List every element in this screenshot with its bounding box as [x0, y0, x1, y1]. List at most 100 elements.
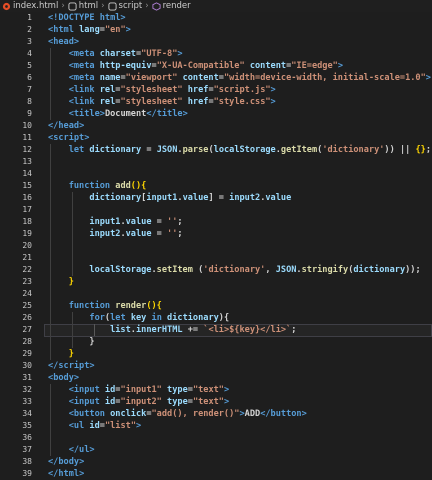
line-number: 23 [22, 277, 32, 286]
code-text: <meta charset="UTF-8"> [48, 48, 183, 60]
breadcrumb-render-label: render [162, 1, 191, 11]
line-number: 17 [22, 205, 32, 214]
code-token: innerHTML [135, 325, 183, 335]
line-number: 29 [22, 349, 32, 358]
code-line[interactable]: 6 <meta name="viewport" content="width=d… [0, 72, 432, 84]
code-line[interactable]: 30 </script> [0, 360, 432, 372]
code-line[interactable]: 22 localStorage.setItem ('dictionary', J… [0, 264, 432, 276]
code-token: ; [177, 217, 183, 227]
code-token: Document [104, 109, 147, 119]
code-line[interactable]: 14 [0, 168, 432, 180]
code-token: href [182, 85, 209, 95]
line-number: 2 [27, 25, 32, 34]
code-line[interactable]: 20 [0, 240, 432, 252]
code-line[interactable]: 3 <head> [0, 36, 432, 48]
code-line[interactable]: 11 <script> [0, 132, 432, 144]
breadcrumb-script[interactable]: script [107, 0, 142, 12]
code-token: > [270, 97, 276, 107]
code-text: } [48, 348, 74, 360]
line-number: 27 [22, 325, 32, 334]
code-text: <script> [48, 132, 89, 144]
line-number: 3 [27, 37, 32, 46]
code-token: > [79, 457, 85, 467]
breadcrumb-html-label: html [78, 1, 99, 11]
code-token: stringify [301, 265, 349, 275]
code-token: > [182, 109, 188, 119]
code-token: link [73, 85, 100, 95]
code-text: </html> [48, 468, 84, 480]
code-token: dictionary [48, 193, 142, 203]
code-line[interactable]: 21 [0, 252, 432, 264]
code-line[interactable]: 35 <ul id="list"> [0, 420, 432, 432]
line-number: 34 [22, 409, 32, 418]
code-line[interactable]: 5 <meta http-equiv="X-UA-Compatible" con… [0, 60, 432, 72]
code-token: ] = [208, 193, 230, 203]
code-line[interactable]: 18 input1.value = ''; [0, 216, 432, 228]
breadcrumb-file-label: index.html [13, 1, 59, 11]
code-line[interactable]: 8 <link rel="stylesheet" href="style.css… [0, 96, 432, 108]
code-token: "width=device-width, initial-scale=1.0" [223, 73, 426, 83]
code-line[interactable]: 4 <meta charset="UTF-8"> [0, 48, 432, 60]
breadcrumb-html[interactable]: html [68, 0, 98, 12]
code-line[interactable]: 23 } [0, 276, 432, 288]
code-token: "input2" [120, 397, 162, 407]
code-token: name [99, 73, 121, 83]
code-line[interactable]: 37 </ul> [0, 444, 432, 456]
code-token: < [48, 109, 74, 119]
code-line[interactable]: 25 function render(){ [0, 300, 432, 312]
line-number: 21 [22, 253, 32, 262]
code-line[interactable]: 24 [0, 288, 432, 300]
breadcrumb-file[interactable]: index.html [2, 0, 58, 12]
code-editor[interactable]: 1 <!DOCTYPE html> 2 <html lang="en"> 3 <head>… [0, 12, 432, 480]
code-line[interactable]: 19 input2.value = ''; [0, 228, 432, 240]
code-line[interactable]: 13 [0, 156, 432, 168]
code-token: </ [48, 469, 59, 479]
code-line[interactable]: 7 <link rel="stylesheet" href="script.js… [0, 84, 432, 96]
code-line[interactable]: 28 } [0, 336, 432, 348]
code-line[interactable]: 16 dictionary[input1.value] = input2.val… [0, 192, 432, 204]
code-line[interactable]: 33 <input id="input2" type="text"> [0, 396, 432, 408]
code-token: type [161, 385, 188, 395]
code-token: content [177, 73, 219, 83]
code-text: list.innerHTML += `<li>${key}</li>`; [48, 324, 296, 336]
line-number: 7 [27, 85, 32, 94]
code-token: input1 [146, 193, 178, 203]
code-token: } [48, 349, 74, 359]
code-line[interactable]: 36 [0, 432, 432, 444]
code-token: < [48, 49, 74, 59]
code-token: "text" [192, 397, 224, 407]
code-line[interactable]: 32 <input id="input1" type="text"> [0, 384, 432, 396]
code-line[interactable]: 12 let dictionary = JSON.parse(localStor… [0, 144, 432, 156]
code-line[interactable]: 38 </body> [0, 456, 432, 468]
code-token: JSON [275, 265, 297, 275]
code-token: id [104, 397, 116, 407]
code-line[interactable]: 1 <!DOCTYPE html> [0, 12, 432, 24]
code-token: '' [167, 217, 178, 227]
code-line[interactable]: 31 <body> [0, 372, 432, 384]
line-number: 4 [27, 49, 32, 58]
code-line[interactable]: 34 <button onclick="add(), render()">ADD… [0, 408, 432, 420]
code-line[interactable]: 29 } [0, 348, 432, 360]
code-token: ; [177, 229, 183, 239]
code-token: function [48, 181, 116, 191]
breadcrumb-render[interactable]: render [152, 0, 191, 12]
code-line[interactable]: 27 list.innerHTML += `<li>${key}</li>`; [0, 324, 432, 336]
code-line[interactable]: 15 function add(){ [0, 180, 432, 192]
code-token: <!DOCTYPE html> [48, 13, 126, 23]
code-token: > [89, 445, 95, 455]
code-token: onclick [110, 409, 147, 419]
code-line[interactable]: 17 [0, 204, 432, 216]
indent-guide [50, 144, 51, 360]
code-line[interactable]: 39 </html> [0, 468, 432, 480]
code-token: </ [48, 361, 59, 371]
code-line[interactable]: 2 <html lang="en"> [0, 24, 432, 36]
line-number: 37 [22, 445, 32, 454]
code-token: lang [79, 25, 100, 35]
code-token: > [73, 37, 80, 47]
code-token: "input1" [120, 385, 162, 395]
code-line[interactable]: 10 </head> [0, 120, 432, 132]
code-token: render [115, 301, 147, 311]
code-token: < [48, 421, 74, 431]
code-line[interactable]: 26 for(let key in dictionary){ [0, 312, 432, 324]
code-line[interactable]: 9 <title>Document</title> [0, 108, 432, 120]
